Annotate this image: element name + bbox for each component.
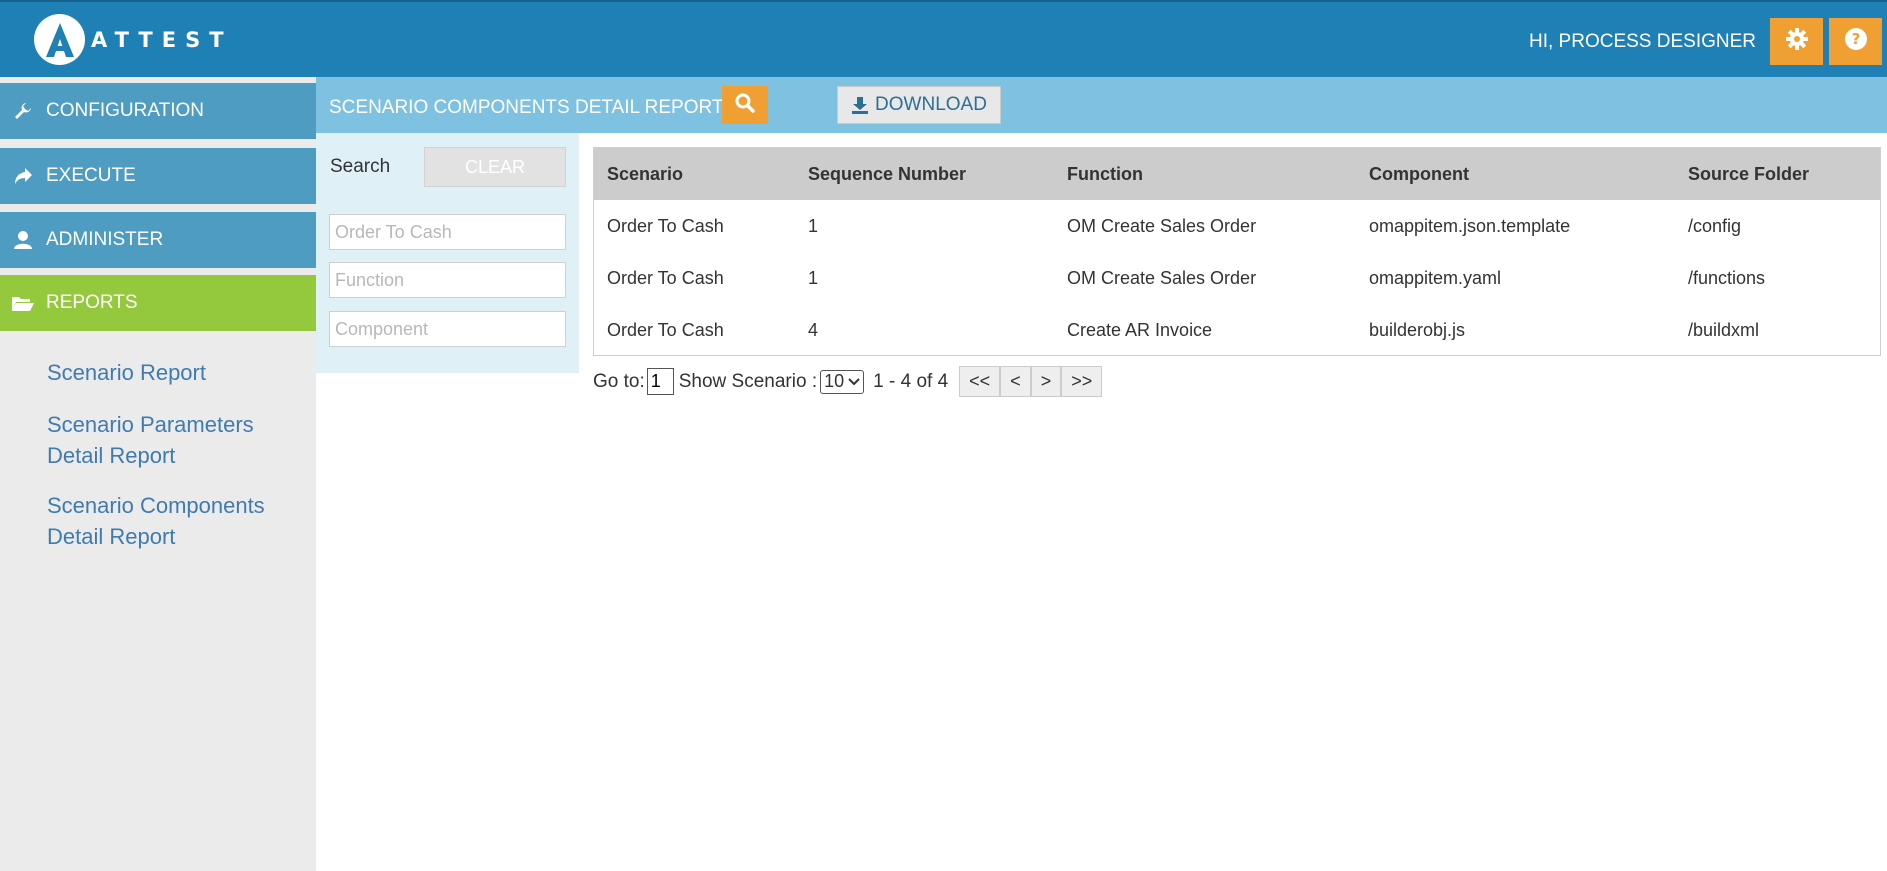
column-header-scenario[interactable]: Scenario: [594, 148, 795, 200]
show-scenario-label: Show Scenario :: [678, 370, 818, 392]
sidebar-item-configuration[interactable]: CONFIGURATION: [0, 83, 316, 139]
column-header-source-folder[interactable]: Source Folder: [1675, 148, 1880, 200]
logo-mark-icon: [34, 14, 85, 65]
cell-component: omappitem.json.template: [1369, 215, 1571, 236]
page-size-select[interactable]: 10: [820, 369, 865, 394]
sidebar-item-execute[interactable]: EXECUTE: [0, 148, 316, 204]
top-bar: ATTEST HI, PROCESS DESIGNER ?: [0, 0, 1887, 77]
sidebar-item-label: REPORTS: [46, 292, 138, 313]
sidebar-item-administer[interactable]: ADMINISTER: [0, 212, 316, 268]
column-header-component[interactable]: Component: [1356, 148, 1675, 200]
clear-button[interactable]: CLEAR: [424, 147, 566, 187]
svg-text:?: ?: [1851, 30, 1860, 48]
help-button[interactable]: ?: [1829, 18, 1882, 65]
table-row[interactable]: Order To Cash 4 Create AR Invoice builde…: [594, 304, 1880, 356]
sidebar-item-label: CONFIGURATION: [46, 100, 204, 121]
logo-text: ATTEST: [91, 27, 233, 52]
next-page-button[interactable]: >: [1030, 366, 1062, 397]
sidebar-item-label: EXECUTE: [46, 165, 136, 186]
range-text: 1 - 4 of 4: [873, 370, 949, 392]
report-link-scenario-parameters[interactable]: Scenario Parameters Detail Report: [47, 409, 287, 471]
prev-page-button[interactable]: <: [1000, 366, 1031, 397]
share-arrow-icon: [0, 167, 46, 185]
settings-button[interactable]: [1770, 18, 1823, 65]
function-filter-input[interactable]: [329, 262, 566, 298]
download-button[interactable]: DOWNLOAD: [837, 86, 1001, 124]
user-greeting: HI, PROCESS DESIGNER: [1529, 31, 1756, 52]
wrench-icon: [0, 101, 46, 121]
goto-page-input[interactable]: [646, 368, 674, 395]
column-header-function[interactable]: Function: [1054, 148, 1356, 200]
download-label: DOWNLOAD: [875, 94, 987, 115]
component-filter-input[interactable]: [329, 311, 566, 347]
cell-source-folder: /functions: [1688, 267, 1766, 288]
cell-scenario: Order To Cash: [607, 319, 724, 340]
cell-scenario: Order To Cash: [607, 215, 724, 236]
cell-scenario: Order To Cash: [607, 267, 724, 288]
sidebar-item-reports[interactable]: REPORTS: [0, 275, 316, 331]
cell-sequence-number: 1: [808, 215, 819, 236]
cell-function: OM Create Sales Order: [1067, 267, 1257, 288]
attest-logo[interactable]: ATTEST: [34, 14, 233, 65]
scenario-filter-input[interactable]: [329, 214, 566, 250]
cell-function: OM Create Sales Order: [1067, 215, 1257, 236]
cell-component: omappitem.yaml: [1369, 267, 1502, 288]
chevron-down-icon: [848, 377, 860, 386]
table-header-row: Scenario Sequence Number Function Compon…: [594, 148, 1880, 200]
results-table: Scenario Sequence Number Function Compon…: [593, 147, 1881, 356]
pagination: Go to: Show Scenario : 10 1 - 4 of 4 << …: [593, 366, 1103, 397]
column-header-sequence-number[interactable]: Sequence Number: [795, 148, 1054, 200]
cell-source-folder: /buildxml: [1688, 319, 1760, 340]
goto-label: Go to:: [593, 370, 645, 392]
page-title: SCENARIO COMPONENTS DETAIL REPORT: [329, 97, 724, 118]
cell-function: Create AR Invoice: [1067, 319, 1213, 340]
last-page-button[interactable]: >>: [1061, 366, 1103, 397]
download-icon: [851, 96, 869, 114]
page-size-value: 10: [824, 371, 845, 391]
gear-icon: [1785, 27, 1809, 56]
report-link-scenario[interactable]: Scenario Report: [47, 357, 287, 388]
sidebar-item-label: ADMINISTER: [46, 229, 164, 250]
cell-sequence-number: 4: [808, 319, 819, 340]
search-button[interactable]: [722, 86, 768, 124]
user-icon: [0, 230, 46, 250]
cell-source-folder: /config: [1688, 215, 1742, 236]
report-link-scenario-components[interactable]: Scenario Components Detail Report: [47, 490, 287, 552]
table-row[interactable]: Order To Cash 1 OM Create Sales Order om…: [594, 252, 1880, 304]
search-icon: [735, 93, 755, 118]
question-circle-icon: ?: [1844, 27, 1868, 56]
search-label: Search: [330, 156, 391, 177]
page-buttons: << < > >>: [959, 366, 1103, 397]
cell-component: builderobj.js: [1369, 319, 1466, 340]
cell-sequence-number: 1: [808, 267, 819, 288]
folder-open-icon: [0, 294, 46, 312]
table-row[interactable]: Order To Cash 1 OM Create Sales Order om…: [594, 200, 1880, 252]
first-page-button[interactable]: <<: [959, 366, 1001, 397]
